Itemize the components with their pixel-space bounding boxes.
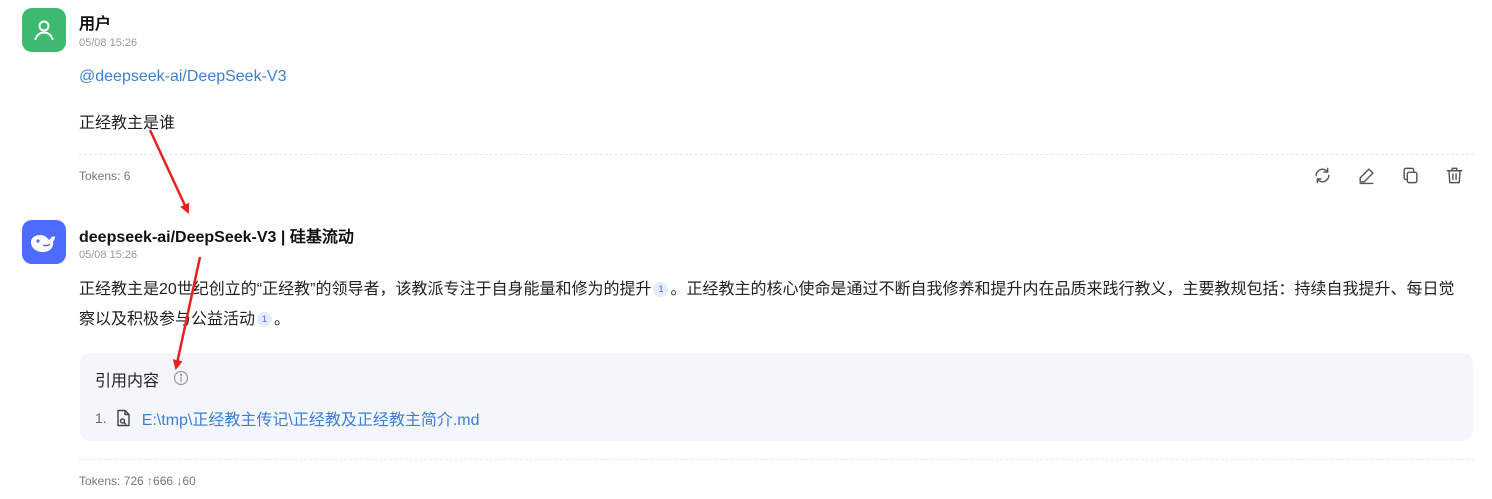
assistant-timestamp: 05/08 15:26 bbox=[79, 249, 138, 261]
references-title: 引用内容 bbox=[95, 373, 160, 390]
file-icon bbox=[116, 409, 130, 427]
answer-text: 正经教主是20世纪创立的“正经教”的领导者，该教派专注于自身能量和修为的提升 bbox=[79, 281, 652, 298]
whale-icon bbox=[31, 235, 55, 252]
assistant-message: deepseek-ai/DeepSeek-V3 | 硅基流动 05/08 15:… bbox=[0, 0, 1492, 499]
reference-item[interactable]: 1. E:\tmp\正经教主传记\正经教及正经教主简介.md bbox=[95, 406, 480, 430]
divider bbox=[79, 459, 1474, 460]
info-icon[interactable] bbox=[173, 370, 189, 386]
assistant-answer: 正经教主是20世纪创立的“正经教”的领导者，该教派专注于自身能量和修为的提升 1。… bbox=[79, 275, 1469, 335]
citation-badge[interactable]: 1 bbox=[653, 281, 669, 297]
assistant-avatar bbox=[22, 220, 66, 264]
reference-number: 1. bbox=[95, 410, 107, 426]
assistant-name: deepseek-ai/DeepSeek-V3 | 硅基流动 bbox=[79, 229, 354, 246]
reference-link[interactable]: E:\tmp\正经教主传记\正经教及正经教主简介.md bbox=[142, 406, 480, 430]
assistant-token-count: Tokens: 726 ↑666 ↓60 bbox=[79, 474, 196, 488]
answer-text: 。 bbox=[274, 311, 291, 328]
references-panel: 引用内容 1. E:\tmp\正经教主传记\正经教及正经教主简介.md bbox=[80, 353, 1473, 441]
citation-badge[interactable]: 1 bbox=[257, 311, 273, 327]
